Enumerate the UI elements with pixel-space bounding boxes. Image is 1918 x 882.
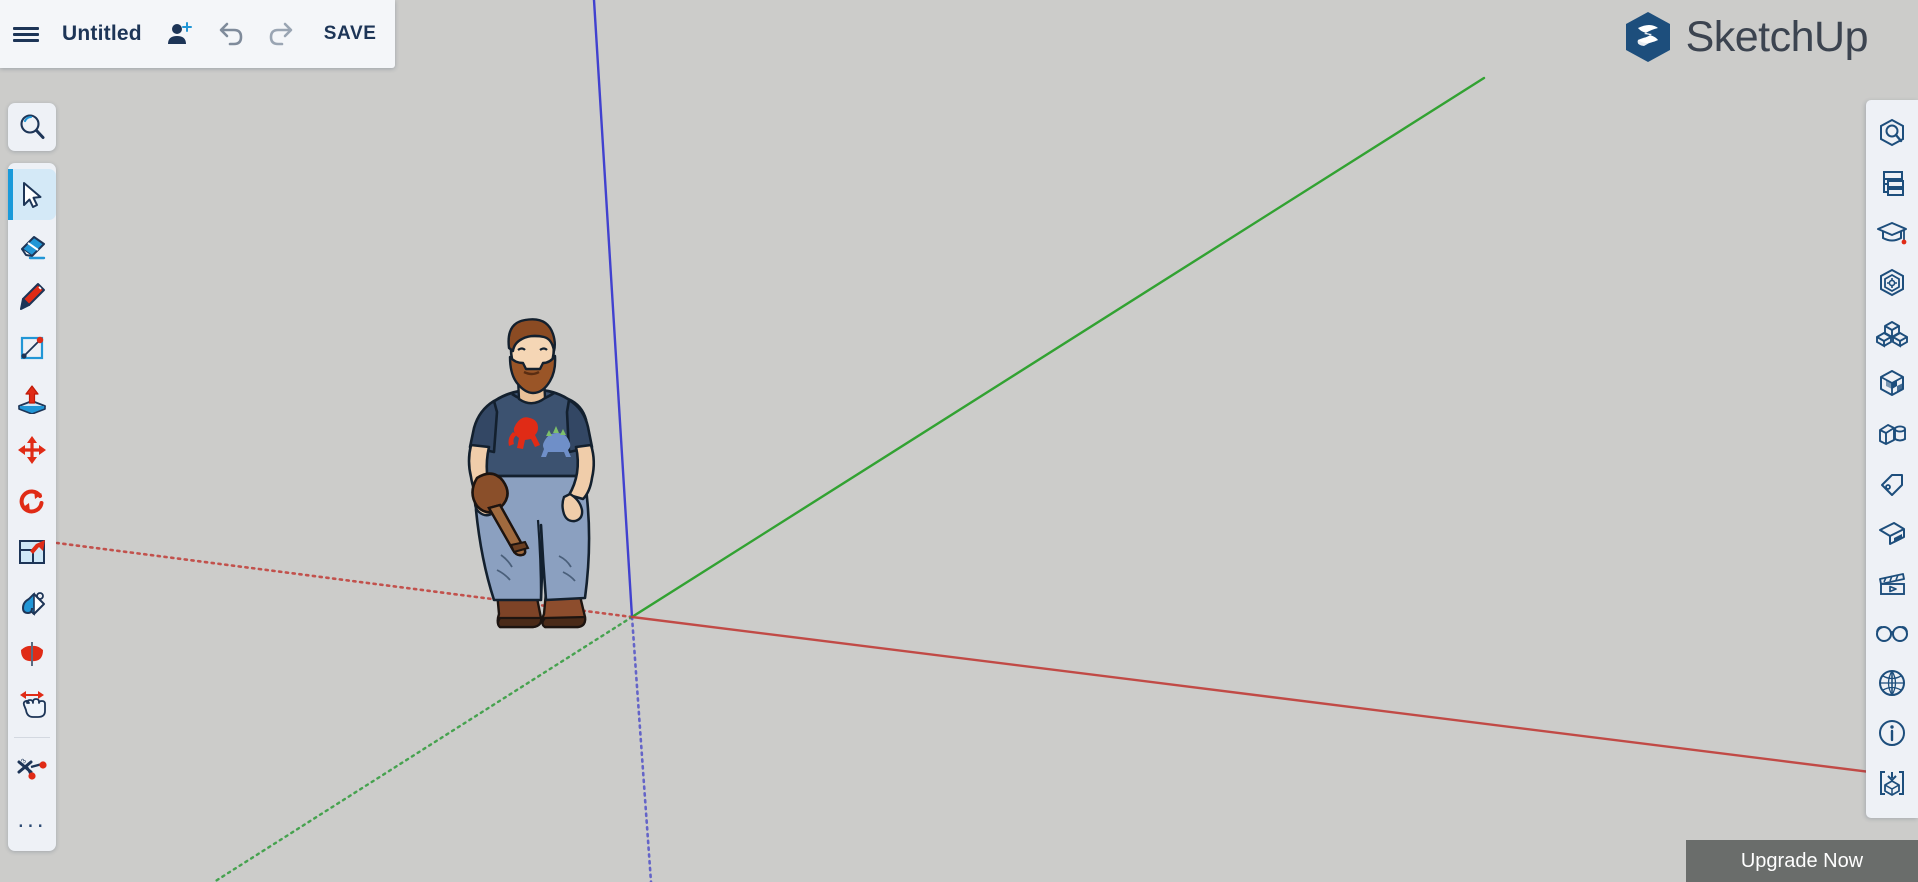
modeling-viewport[interactable] bbox=[0, 0, 1918, 882]
sketchup-app: Untitled SAVE SketchUp 3 ... Upgrade Now bbox=[0, 0, 1918, 882]
tag-icon bbox=[1881, 474, 1903, 496]
tool-solid-tools[interactable]: 3 bbox=[8, 743, 56, 794]
entity-info-icon bbox=[1880, 268, 1904, 297]
sketchup-logo-icon bbox=[1625, 12, 1670, 62]
search-icon bbox=[20, 114, 45, 139]
panel-geo-location[interactable] bbox=[1866, 658, 1918, 708]
tool-eraser[interactable] bbox=[8, 220, 56, 271]
outliner-icon bbox=[1883, 171, 1904, 196]
save-button[interactable]: SAVE bbox=[310, 0, 391, 68]
panel-animation[interactable] bbox=[1866, 558, 1918, 608]
tool-pan[interactable] bbox=[8, 679, 56, 730]
tool-tape-measure[interactable] bbox=[8, 526, 56, 577]
document-title[interactable]: Untitled bbox=[62, 22, 142, 46]
panel-scenes[interactable] bbox=[1866, 508, 1918, 558]
tool-push-pull[interactable] bbox=[8, 373, 56, 424]
tool-orbit[interactable] bbox=[8, 628, 56, 679]
glasses-icon bbox=[1876, 626, 1908, 642]
figure-mallet-head bbox=[471, 472, 509, 514]
push-pull-icon bbox=[18, 384, 46, 414]
warehouse-search-icon bbox=[1880, 118, 1904, 147]
tool-rectangle[interactable] bbox=[8, 322, 56, 373]
pan-hand-icon bbox=[20, 690, 46, 718]
paint-bucket-icon bbox=[21, 591, 45, 616]
solid-tools-icon: 3 bbox=[17, 757, 47, 780]
rotate-icon bbox=[19, 488, 44, 513]
pencil-icon bbox=[20, 282, 45, 310]
panel-model-info[interactable] bbox=[1866, 708, 1918, 758]
components-icon bbox=[1876, 321, 1908, 348]
hamburger-bar bbox=[13, 26, 39, 30]
tool-pencil[interactable] bbox=[8, 271, 56, 322]
hamburger-bar bbox=[13, 38, 39, 42]
globe-icon bbox=[1879, 670, 1905, 696]
tape-measure-icon bbox=[19, 539, 45, 564]
toolbar-divider bbox=[14, 737, 50, 738]
rectangle-icon bbox=[20, 336, 44, 359]
left-toolbar: 3 ... bbox=[8, 103, 56, 851]
info-icon bbox=[1879, 720, 1905, 746]
tool-move[interactable] bbox=[8, 424, 56, 475]
viewport-canvas[interactable] bbox=[0, 0, 1918, 882]
axis-blue-negative bbox=[630, 615, 653, 882]
panel-tags[interactable] bbox=[1866, 458, 1918, 508]
axes-positive bbox=[592, 0, 1918, 780]
axis-green-negative bbox=[212, 615, 634, 882]
more-tools-label: ... bbox=[17, 805, 47, 833]
panel-components[interactable] bbox=[1866, 308, 1918, 358]
hamburger-bar bbox=[13, 32, 39, 36]
figure-boot-right-sole bbox=[541, 615, 587, 629]
sketchup-wordmark: SketchUp bbox=[1685, 12, 1869, 61]
panel-search-3d-warehouse[interactable] bbox=[1866, 108, 1918, 158]
axis-blue-positive bbox=[592, 0, 634, 619]
styles-shapes-icon bbox=[1879, 424, 1906, 445]
panel-instructor[interactable] bbox=[1866, 208, 1918, 258]
panel-import[interactable] bbox=[1866, 758, 1918, 808]
clapperboard-icon bbox=[1879, 573, 1905, 595]
tool-paint-bucket[interactable] bbox=[8, 577, 56, 628]
eraser-icon bbox=[21, 235, 46, 259]
top-toolbar: Untitled SAVE bbox=[0, 0, 395, 68]
panel-display[interactable] bbox=[1866, 608, 1918, 658]
figure-boot-left-sole bbox=[496, 616, 543, 629]
sketchup-brand: SketchUp bbox=[1622, 10, 1869, 64]
axis-green-positive bbox=[630, 76, 1486, 619]
panel-materials[interactable] bbox=[1866, 358, 1918, 408]
search-tool-button[interactable] bbox=[8, 103, 56, 151]
panel-styles[interactable] bbox=[1866, 408, 1918, 458]
materials-cube-icon bbox=[1880, 370, 1904, 396]
panel-outliner[interactable] bbox=[1866, 158, 1918, 208]
hamburger-menu-icon[interactable] bbox=[0, 0, 52, 68]
upgrade-now-button[interactable]: Upgrade Now bbox=[1686, 840, 1918, 882]
tool-rotate[interactable] bbox=[8, 475, 56, 526]
orbit-icon bbox=[21, 641, 43, 666]
cursor-arrow-icon bbox=[23, 181, 42, 208]
scale-figure-model[interactable] bbox=[467, 318, 596, 629]
more-tools-button[interactable]: ... bbox=[8, 794, 56, 845]
right-panel-toolbar bbox=[1866, 100, 1918, 818]
graduation-cap-icon bbox=[1877, 222, 1907, 245]
tool-stack: 3 ... bbox=[8, 163, 56, 851]
add-person-icon[interactable] bbox=[156, 0, 202, 68]
axis-red-positive bbox=[630, 615, 1918, 780]
scenes-icon bbox=[1879, 522, 1905, 545]
undo-icon[interactable] bbox=[202, 0, 256, 68]
panel-entity-info[interactable] bbox=[1866, 258, 1918, 308]
tool-select[interactable] bbox=[8, 169, 56, 220]
import-icon bbox=[1880, 771, 1904, 796]
move-icon bbox=[18, 435, 46, 464]
redo-icon[interactable] bbox=[256, 0, 310, 68]
